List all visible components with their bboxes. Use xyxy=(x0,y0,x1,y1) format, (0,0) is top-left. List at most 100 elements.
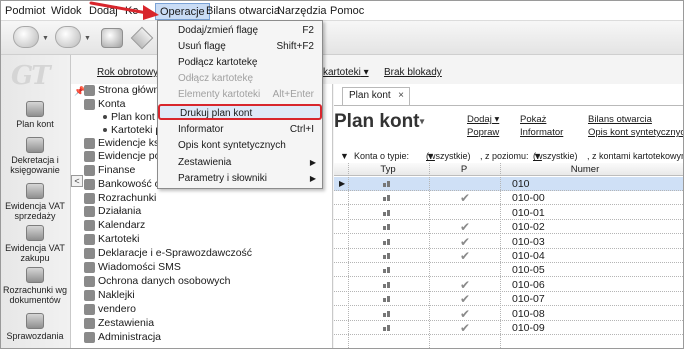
sidebar-item-dekretacja[interactable]: Dekretacja i księgowanie xyxy=(1,137,69,175)
page-title-text: Plan kont xyxy=(334,111,420,132)
back-icon[interactable] xyxy=(13,26,39,48)
sidebar-item-plan-kont[interactable]: Plan kont xyxy=(1,101,69,129)
account-type-icon xyxy=(383,325,391,331)
konta-typ-select[interactable]: (wszystkie) ▼ xyxy=(426,150,471,163)
opis-kont-link[interactable]: Opis kont syntetycznych xyxy=(588,127,683,138)
table-row[interactable]: ✔ 010-00 xyxy=(334,191,683,206)
operacje-dropdown-menu: Dodaj/zmień flagę F2 Usuń flagę Shift+F2 Pod… xyxy=(157,20,323,189)
menu-item-shortcut: Shift+F2 xyxy=(276,41,314,52)
column-header-p[interactable]: P xyxy=(429,163,499,176)
tab-plan-kont[interactable]: Plan kont × xyxy=(342,87,410,105)
table-row[interactable]: ▶ 010 xyxy=(334,177,683,191)
menu-pomoc[interactable]: Pomoc xyxy=(330,5,364,18)
menu-item[interactable]: Informator Ctrl+I xyxy=(158,122,322,138)
account-number: 010-02 xyxy=(512,221,545,234)
tree-item-label: Naklejki xyxy=(98,289,135,301)
account-number: 010 xyxy=(512,178,530,190)
sidebar-item-vat-sprzedazy[interactable]: Ewidencja VAT sprzedaży xyxy=(1,183,69,221)
informator-link[interactable]: Informator xyxy=(520,127,563,138)
print-icon[interactable] xyxy=(101,28,123,48)
page-title[interactable]: Plan kont▾ xyxy=(334,111,425,133)
forward-icon[interactable] xyxy=(55,26,81,48)
table-row[interactable]: ✔ 010-06 xyxy=(334,277,683,292)
account-number: 010-00 xyxy=(512,192,545,205)
menu-item[interactable]: Podłącz kartotekę xyxy=(158,55,322,71)
tree-item-label: vendero xyxy=(98,303,136,315)
table-row[interactable]: ✔ 010-07 xyxy=(334,292,683,307)
filter-collapse-icon[interactable]: ▼ xyxy=(340,150,349,163)
check-icon: ✔ xyxy=(460,292,471,307)
poziom-select[interactable]: (wszystkie) ▼ xyxy=(533,150,578,163)
menu-item[interactable]: Opis kont syntetycznych xyxy=(158,138,322,154)
dodaj-label: Dodaj xyxy=(467,114,492,125)
tree-item-label: Rozrachunki xyxy=(98,192,157,204)
tree-item-label: Ochrona danych osobowych xyxy=(98,275,231,287)
table-row[interactable]: ✔ 010-03 xyxy=(334,234,683,249)
menu-item[interactable]: Elementy kartoteki Alt+Enter xyxy=(158,87,322,103)
pokaz-link[interactable]: Pokaż xyxy=(520,114,546,125)
folder-icon xyxy=(84,248,95,259)
menu-item[interactable]: Zestawienia ▶ xyxy=(158,155,322,171)
sidebar-item-label: Ewidencja VAT sprzedaży xyxy=(5,201,65,221)
bullet-icon xyxy=(103,128,107,132)
dodaj-link[interactable]: Dodaj ▾ xyxy=(467,114,499,125)
check-icon: ✔ xyxy=(460,234,471,249)
folder-icon xyxy=(84,304,95,315)
menu-item[interactable]: Odłącz kartotekę xyxy=(158,71,322,87)
toolbar: ▼ ▼ xyxy=(1,21,683,55)
account-number: 010-01 xyxy=(512,206,545,219)
check-icon: ✔ xyxy=(460,277,471,292)
row-pointer-icon: ▶ xyxy=(339,179,346,188)
main-pane: Plan kont × Plan kont▾ Dodaj ▾ Popraw Po… xyxy=(334,84,683,348)
menu-item[interactable]: Dodaj/zmień flagę F2 xyxy=(158,23,322,39)
table-row[interactable]: ✔ 010-04 xyxy=(334,249,683,263)
table-header: Typ P Numer xyxy=(334,163,683,176)
popraw-link[interactable]: Popraw xyxy=(467,127,499,138)
coins-icon xyxy=(26,137,44,153)
kartoteki-filter-link[interactable]: kartoteki ▾ xyxy=(323,67,369,78)
menu-narzedzia[interactable]: Narzędzia xyxy=(277,5,327,18)
column-header-numer[interactable]: Numer xyxy=(500,163,670,176)
coins-icon xyxy=(26,101,44,117)
folder-icon xyxy=(84,85,95,96)
menu-widok[interactable]: Widok xyxy=(51,5,82,18)
tree-item-label: Finanse xyxy=(98,164,136,176)
tab-divider xyxy=(334,105,683,106)
menu-item[interactable]: Parametry i słowniki ▶ xyxy=(158,171,322,187)
table-row[interactable]: ✔ 010-08 xyxy=(334,306,683,321)
back-dropdown-icon[interactable]: ▼ xyxy=(42,35,49,42)
sidebar-item-label: Rozrachunki wg dokumentów xyxy=(2,285,68,305)
submenu-arrow-icon: ▶ xyxy=(309,158,316,167)
bilans-otwarcia-link[interactable]: Bilans otwarcia xyxy=(588,114,652,125)
table-row[interactable]: ✔ 010-02 xyxy=(334,220,683,235)
menu-item-shortcut: Ctrl+I xyxy=(289,124,314,135)
close-icon[interactable]: × xyxy=(398,88,404,104)
tree-item-label: Strona główna xyxy=(98,84,166,96)
column-header-typ[interactable]: Typ xyxy=(348,163,428,176)
sidebar-item-vat-zakupu[interactable]: Ewidencja VAT zakupu xyxy=(1,225,69,263)
menu-operacje[interactable]: Operacje xyxy=(155,3,210,20)
account-type-icon xyxy=(383,238,391,245)
sidebar-item-label: Sprawozdania xyxy=(6,331,64,341)
blokady-link[interactable]: Brak blokady xyxy=(384,67,442,78)
menu-item[interactable]: Drukuj plan kont xyxy=(158,104,322,120)
sidebar-item-rozrachunki[interactable]: Rozrachunki wg dokumentów xyxy=(1,267,69,305)
table-row[interactable]: 010-05 xyxy=(334,263,683,278)
tag-icon[interactable] xyxy=(130,26,154,50)
menu-podmiot[interactable]: Podmiot xyxy=(5,5,45,18)
sidebar-item-sprawozdania[interactable]: Sprawozdania xyxy=(1,313,69,341)
chevron-down-icon[interactable]: ▾ xyxy=(420,116,425,127)
menu-bilans-otwarcia[interactable]: Bilans otwarcia xyxy=(206,5,280,18)
check-icon: ✔ xyxy=(460,191,471,206)
account-number: 010-04 xyxy=(512,250,545,262)
check-icon: ✔ xyxy=(460,306,471,321)
forward-dropdown-icon[interactable]: ▼ xyxy=(84,35,91,42)
menu-item[interactable]: Usuń flagę Shift+F2 xyxy=(158,39,322,55)
tree-item-label: Zestawienia xyxy=(98,317,155,329)
rok-obrotowy-link[interactable]: Rok obrotowy : xyxy=(97,67,164,78)
table-row[interactable]: ✔ 010-09 xyxy=(334,321,683,335)
tree-item-label: Deklaracje i e-Sprawozdawczość xyxy=(98,247,253,259)
tree-item-label: Ewidencje poz xyxy=(98,150,166,162)
collapse-pane-icon[interactable]: < xyxy=(71,175,83,187)
table-row[interactable]: 010-01 xyxy=(334,206,683,220)
